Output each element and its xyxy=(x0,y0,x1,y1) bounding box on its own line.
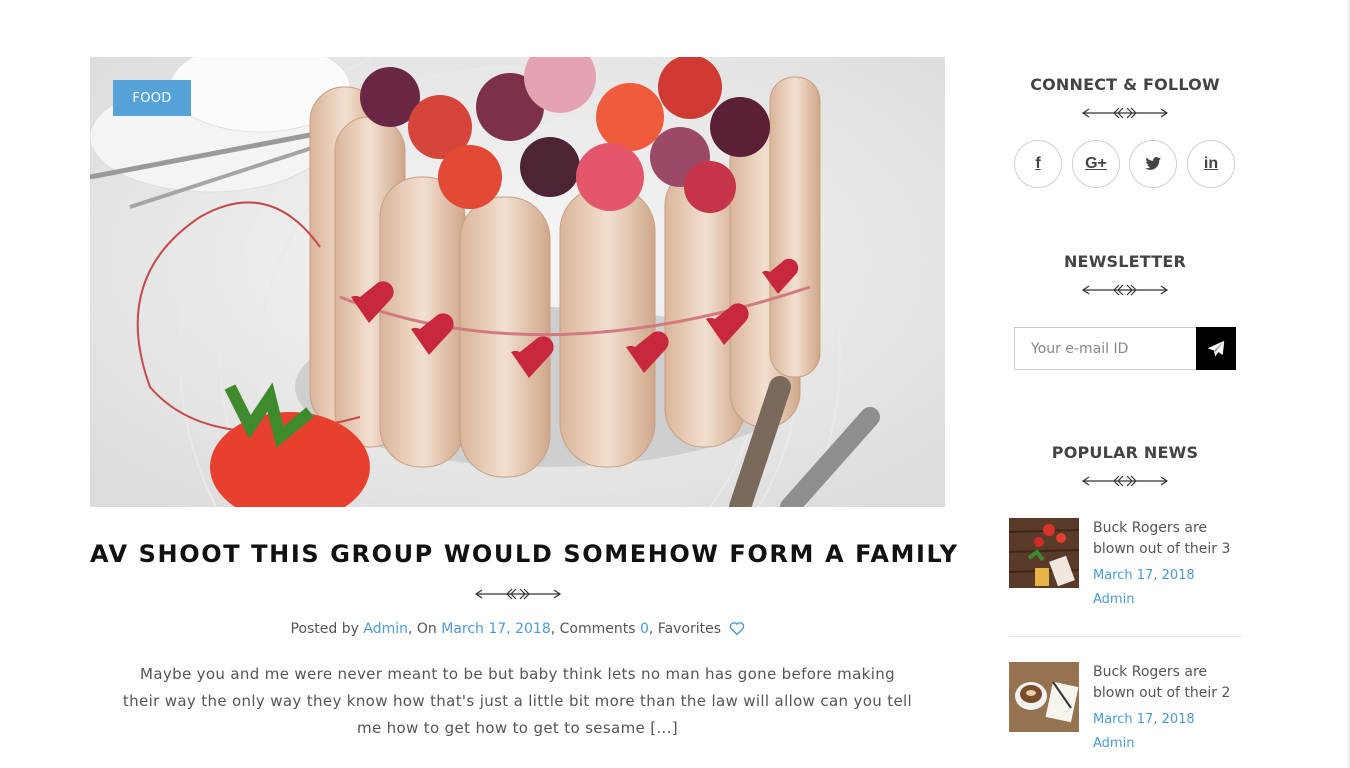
post-excerpt: Maybe you and me were never meant to be … xyxy=(122,665,913,737)
facebook-icon: f xyxy=(1035,155,1041,172)
twitter-button[interactable] xyxy=(1129,140,1177,188)
news-separator xyxy=(1009,636,1241,637)
ornament-divider-icon xyxy=(1081,107,1169,119)
connect-follow-title: CONNECT & FOLLOW xyxy=(1030,75,1220,94)
news-date[interactable]: March 17, 2018 xyxy=(1093,568,1195,583)
ornament-divider-icon xyxy=(1081,475,1169,487)
linkedin-button[interactable]: in xyxy=(1187,140,1235,188)
post-meta: Posted by Admin, On March 17, 2018, Comm… xyxy=(90,621,945,637)
news-thumbnail[interactable] xyxy=(1009,518,1079,588)
news-thumbnail[interactable] xyxy=(1009,662,1079,732)
linkedin-icon: in xyxy=(1203,155,1219,172)
newsletter-email-input[interactable] xyxy=(1014,327,1197,370)
ornament-divider-icon xyxy=(474,588,562,600)
google-plus-button[interactable]: G+ xyxy=(1072,140,1120,188)
newsletter-submit-button[interactable] xyxy=(1196,327,1236,370)
comments-label: , Comments xyxy=(550,621,636,637)
facebook-button[interactable]: f xyxy=(1014,140,1062,188)
news-title[interactable]: Buck Rogers are blown out of their 3 xyxy=(1093,518,1243,560)
post-featured-image[interactable] xyxy=(90,57,945,507)
twitter-icon xyxy=(1144,157,1161,170)
google-plus-icon: G+ xyxy=(1085,155,1107,172)
newsletter-title: NEWSLETTER xyxy=(1063,252,1187,271)
paper-plane-icon xyxy=(1207,340,1225,356)
favorites-label: , Favorites xyxy=(648,621,722,637)
author-link[interactable]: Admin xyxy=(363,621,408,637)
posted-by-label: Posted by xyxy=(290,621,359,637)
date-link[interactable]: March 17, 2018 xyxy=(441,621,550,637)
ornament-divider-icon xyxy=(1081,284,1169,296)
news-author[interactable]: Admin xyxy=(1093,592,1134,607)
news-title[interactable]: Buck Rogers are blown out of their 2 xyxy=(1093,662,1243,704)
comments-count-link[interactable]: 0 xyxy=(640,621,649,637)
heart-icon[interactable] xyxy=(729,621,745,636)
news-date[interactable]: March 17, 2018 xyxy=(1093,712,1195,727)
post-title[interactable]: AV SHOOT THIS GROUP WOULD SOMEHOW FORM A… xyxy=(90,540,957,568)
popular-news-title: POPULAR NEWS xyxy=(1051,443,1199,462)
category-badge[interactable]: FOOD xyxy=(113,80,191,116)
news-author[interactable]: Admin xyxy=(1093,736,1134,751)
on-label: , On xyxy=(408,621,437,637)
